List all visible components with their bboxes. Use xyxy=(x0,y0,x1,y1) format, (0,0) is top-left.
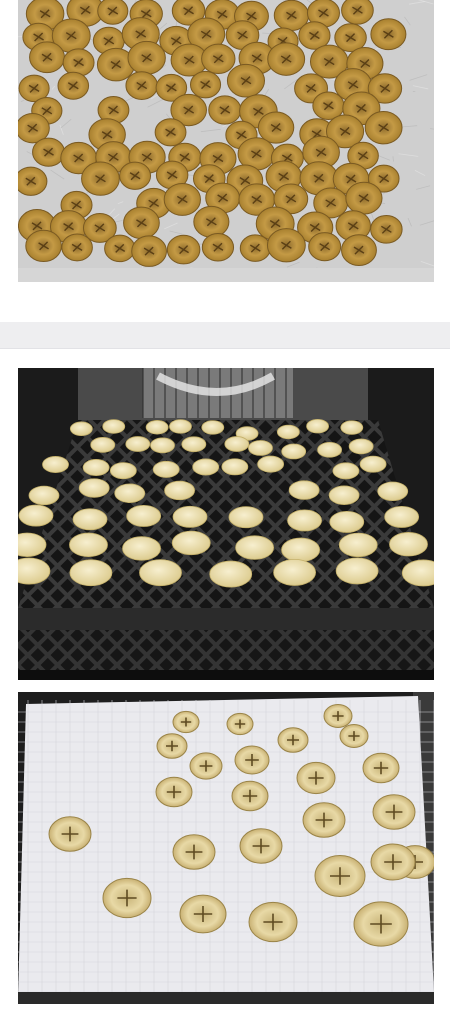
rack-bottom-edge xyxy=(18,992,434,1004)
banana-slice xyxy=(171,530,211,556)
banana-slice xyxy=(377,481,409,501)
dried-banana-chips-image xyxy=(18,0,434,282)
banana-slice xyxy=(90,437,116,453)
banana-slice xyxy=(306,418,329,434)
dried-chip xyxy=(341,0,374,25)
banana-slice xyxy=(235,535,274,560)
paper-sheet-slices-photo xyxy=(18,692,434,1004)
banana-slice xyxy=(228,506,264,529)
banana-slice xyxy=(384,505,420,528)
banana-slice xyxy=(328,485,360,505)
dehydrator-rack-photo xyxy=(18,368,434,680)
banana-slice xyxy=(221,458,249,476)
dehydrator-rack-image xyxy=(18,368,434,680)
banana-slice xyxy=(125,436,151,452)
banana-slice xyxy=(257,455,285,473)
banana-slice xyxy=(332,462,360,480)
dried-chip xyxy=(18,166,48,196)
banana-slice xyxy=(150,437,175,454)
banana-slice xyxy=(126,505,162,527)
banana-slice xyxy=(276,424,300,440)
banana-slice xyxy=(248,440,273,456)
banana-slice xyxy=(281,443,307,460)
banana-slice xyxy=(69,532,108,558)
banana-slice xyxy=(201,420,225,435)
banana-slice xyxy=(172,505,208,528)
section-divider-bottom xyxy=(0,348,450,349)
banana-slice xyxy=(287,509,322,532)
section-divider xyxy=(0,322,450,348)
banana-slice xyxy=(224,436,250,452)
banana-slice xyxy=(72,508,108,531)
banana-slice xyxy=(317,441,342,458)
banana-slice xyxy=(192,458,220,476)
banana-slice xyxy=(329,510,365,533)
banana-slice xyxy=(69,421,93,437)
banana-slice xyxy=(164,480,195,501)
banana-slice xyxy=(288,480,320,500)
banana-slice xyxy=(145,420,169,435)
banana-slice xyxy=(18,504,54,527)
banana-slice xyxy=(69,559,113,587)
banana-slice xyxy=(273,558,316,586)
banana-slice xyxy=(42,456,69,473)
banana-slice xyxy=(122,536,161,561)
banana-slice xyxy=(28,485,60,506)
banana-slice xyxy=(169,419,192,434)
banana-slice xyxy=(281,537,320,563)
paper-sheet-slices-image xyxy=(18,692,434,1004)
banana-slice xyxy=(209,560,253,588)
banana-slice xyxy=(109,462,137,480)
dried-banana-chips-photo xyxy=(18,0,434,282)
banana-slice xyxy=(359,455,387,473)
banana-slice xyxy=(338,532,378,558)
banana-slice xyxy=(78,478,110,498)
banana-slice xyxy=(340,420,364,435)
dried-chip xyxy=(97,0,129,25)
banana-slice xyxy=(102,419,126,434)
rack-front-edge xyxy=(18,608,434,630)
banana-slice xyxy=(152,460,180,478)
banana-slice xyxy=(335,557,379,585)
banana-slice xyxy=(114,483,146,503)
banana-slice xyxy=(82,459,110,476)
banana-slice xyxy=(181,436,207,453)
banana-slice xyxy=(348,438,374,455)
banana-slice xyxy=(139,559,182,587)
banana-slice xyxy=(389,532,428,557)
